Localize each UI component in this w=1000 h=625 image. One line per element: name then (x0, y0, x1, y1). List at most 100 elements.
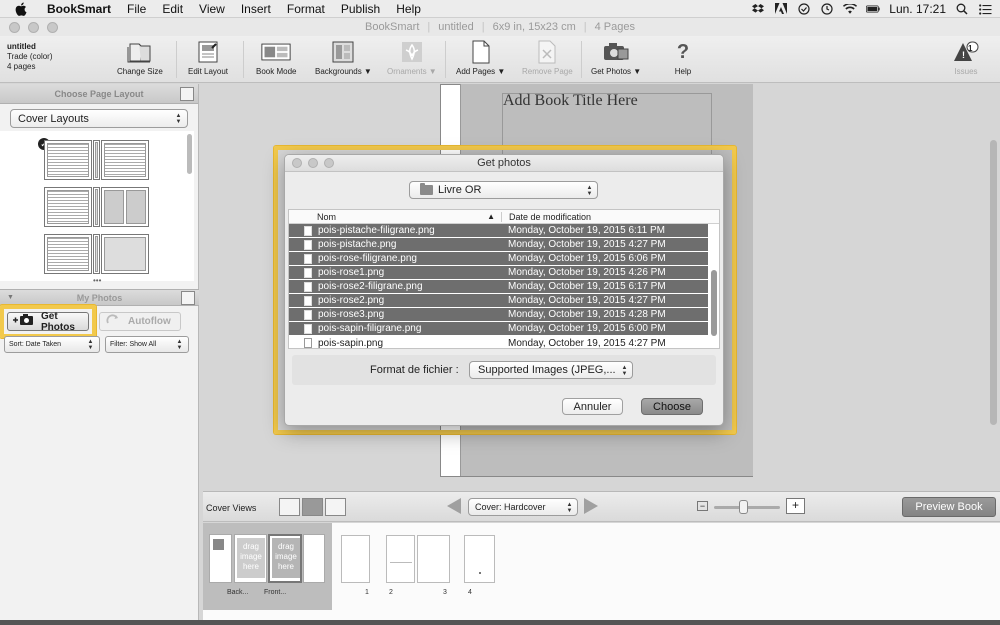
next-page-arrow-icon[interactable] (584, 498, 598, 514)
front-cover-photo-slot[interactable]: drag image here (268, 534, 302, 583)
layout-option[interactable] (44, 187, 149, 227)
wifi-icon[interactable] (843, 3, 858, 15)
back-cover-photo-slot[interactable]: drag image here (234, 534, 267, 583)
file-row[interactable]: pois-rose3.png Monday, October 19, 2015 4… (289, 308, 708, 322)
edit-layout-button[interactable]: Edit Layout (188, 40, 228, 76)
file-row[interactable]: pois-rose-filigrane.png Monday, October 1… (289, 252, 708, 266)
menu-edit[interactable]: Edit (155, 2, 192, 16)
remove-page-button[interactable]: Remove Page (522, 40, 573, 76)
close-window-button[interactable] (9, 22, 20, 33)
cover-view-spread-icon[interactable] (302, 498, 323, 516)
cover-view-front-icon[interactable] (279, 498, 300, 516)
file-row[interactable]: pois-pistache-filigrane.png Monday, Octob… (289, 224, 708, 238)
format-select[interactable]: Supported Images (JPEG,... ▲ ▼ (469, 361, 633, 379)
file-name: pois-pistache-filigrane.png (318, 225, 435, 236)
file-icon (304, 309, 312, 320)
cover-view-flat-icon[interactable] (325, 498, 346, 516)
layout-option[interactable] (44, 140, 149, 180)
spotlight-search-icon[interactable] (955, 3, 969, 15)
backgrounds-button[interactable]: Backgrounds ▼ (315, 40, 372, 76)
file-row[interactable]: pois-sapin.png Monday, October 19, 2015 4… (289, 336, 708, 350)
popout-icon[interactable] (180, 87, 194, 101)
battery-icon[interactable] (866, 3, 880, 15)
layout-thumb (101, 234, 149, 274)
name-column-header[interactable]: Nom ▲ (289, 211, 502, 222)
get-photos-button[interactable]: Get Photos (7, 311, 89, 333)
filter-select[interactable]: Filter: Show All ▲ ▼ (105, 336, 189, 353)
book-mode-button[interactable]: Book Mode (256, 40, 296, 76)
file-row[interactable]: pois-rose2-filigrane.png Monday, October … (289, 280, 708, 294)
minimize-window-button[interactable] (28, 22, 39, 33)
file-icon (304, 239, 312, 250)
file-row[interactable]: pois-rose1.png Monday, October 19, 2015 4… (289, 266, 708, 280)
drag-image-placeholder: drag image here (237, 538, 265, 578)
change-size-button[interactable]: Change Size (117, 40, 163, 76)
adobe-icon[interactable] (774, 3, 788, 15)
canvas-scrollbar[interactable] (990, 140, 997, 425)
issues-button[interactable]: ! Issues (951, 40, 981, 76)
dialog-minimize-button[interactable] (308, 158, 318, 168)
time-machine-icon[interactable] (820, 3, 834, 15)
zoom-slider-knob[interactable] (739, 500, 748, 514)
doc-name: untitled (7, 42, 36, 51)
apple-menu-icon[interactable] (14, 2, 28, 16)
title-separator: | (481, 21, 485, 33)
sort-select[interactable]: Sort: Date Taken ▲ ▼ (4, 336, 100, 353)
menu-publish[interactable]: Publish (334, 2, 389, 16)
dialog-zoom-button[interactable] (324, 158, 334, 168)
back-cover-thumb[interactable] (209, 534, 232, 583)
date-column-header[interactable]: Date de modification (502, 212, 591, 222)
name-column-label: Nom (317, 211, 337, 222)
page-thumb-2[interactable] (386, 535, 415, 583)
menu-help[interactable]: Help (389, 2, 430, 16)
autoflow-icon (106, 314, 122, 329)
ornaments-icon (397, 40, 427, 64)
dialog-close-button[interactable] (292, 158, 302, 168)
preview-book-button[interactable]: Preview Book (902, 497, 996, 517)
file-name: pois-sapin.png (318, 337, 384, 349)
menu-insert[interactable]: Insert (234, 2, 280, 16)
file-row[interactable]: pois-rose2.png Monday, October 19, 2015 4… (289, 294, 708, 308)
get-photos-toolbar-button[interactable]: Get Photos ▼ (591, 40, 641, 76)
ornaments-button[interactable]: Ornaments ▼ (387, 40, 437, 76)
book-title-placeholder[interactable]: Add Book Title Here (503, 92, 638, 110)
add-pages-button[interactable]: Add Pages ▼ (456, 40, 505, 76)
sync-check-icon[interactable] (797, 3, 811, 15)
menu-app-name[interactable]: BookSmart (40, 2, 120, 16)
layout-type-select[interactable]: Cover Layouts ▲ ▼ (10, 109, 188, 128)
help-button[interactable]: ? Help (668, 40, 698, 77)
page-thumb-1[interactable] (341, 535, 370, 583)
popout-icon[interactable] (181, 291, 195, 305)
file-row[interactable]: pois-pistache.png Monday, October 19, 201… (289, 238, 708, 252)
collapse-triangle-icon[interactable]: ▼ (7, 294, 14, 301)
file-name: pois-pistache.png (318, 239, 397, 250)
page-thumb-4[interactable] (464, 535, 495, 583)
notification-center-icon[interactable] (978, 3, 992, 15)
menu-clock[interactable]: Lun. 17:21 (889, 2, 946, 16)
previous-page-arrow-icon[interactable] (447, 498, 461, 514)
zoom-out-icon[interactable]: − (697, 501, 708, 511)
dropbox-icon[interactable] (751, 3, 765, 15)
folder-select[interactable]: Livre OR ▲ ▼ (409, 181, 598, 199)
layout-scrollbar[interactable] (186, 132, 194, 280)
layout-option[interactable] (44, 234, 149, 274)
page-thumb-3[interactable] (417, 535, 450, 583)
file-list-scrollbar[interactable] (711, 270, 717, 336)
front-cover-thumb[interactable] (303, 534, 325, 583)
autoflow-button[interactable]: Autoflow (99, 312, 181, 331)
cover-thumbnails: drag image here drag image here Back... … (203, 523, 332, 610)
file-row[interactable]: pois-sapin-filigrane.png Monday, October … (289, 322, 708, 336)
menu-file[interactable]: File (120, 2, 155, 16)
title-separator: | (583, 21, 587, 33)
cancel-button[interactable]: Annuler (562, 398, 623, 415)
cover-type-select[interactable]: Cover: Hardcover ▲ ▼ (468, 498, 578, 516)
menu-format[interactable]: Format (280, 2, 334, 16)
window-title-doc: untitled (438, 21, 474, 33)
menu-view[interactable]: View (192, 2, 234, 16)
dialog-window-controls (292, 158, 334, 168)
format-label: Format de fichier : (370, 364, 459, 376)
zoom-in-icon[interactable]: + (786, 498, 805, 514)
toolbar-divider (445, 41, 446, 78)
choose-button[interactable]: Choose (641, 398, 703, 415)
zoom-window-button[interactable] (47, 22, 58, 33)
